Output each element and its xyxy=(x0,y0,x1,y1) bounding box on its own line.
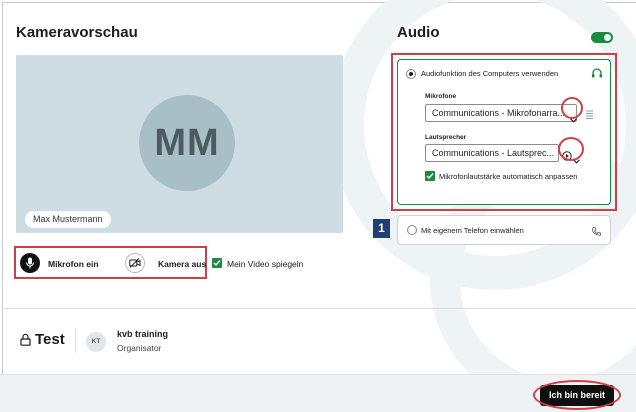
mic-toggle-label[interactable]: Mikrofon ein xyxy=(48,259,99,269)
meeting-title: Test xyxy=(35,331,65,348)
mirror-video-checkbox[interactable] xyxy=(212,258,222,268)
computer-audio-panel: Audiofunktion des Computers verwenden Mi… xyxy=(397,59,611,205)
camera-off-icon[interactable] xyxy=(125,253,145,273)
phone-dialin-radio[interactable] xyxy=(407,225,417,235)
auto-volume-label: Mikrofonlautstärke automatisch anpassen xyxy=(439,172,578,181)
microphone-icon[interactable] xyxy=(20,253,40,273)
ready-button-highlight xyxy=(533,380,621,410)
host-avatar: KT xyxy=(86,332,106,352)
speaker-select[interactable]: Communications - Lautsprec... xyxy=(425,144,559,162)
mic-level-icon xyxy=(586,107,593,125)
meeting-info-divider xyxy=(75,328,76,353)
auto-volume-checkbox[interactable] xyxy=(425,171,435,181)
audio-title: Audio xyxy=(397,24,440,41)
microphone-select[interactable]: Communications - Mikrofonarra... xyxy=(425,104,577,122)
step-badge: 1 xyxy=(373,219,390,238)
section-divider xyxy=(3,308,636,309)
meeting-join-dialog: Kameravorschau MM Max Mustermann Mikrofo… xyxy=(0,0,636,412)
camera-preview-title: Kameravorschau xyxy=(16,24,138,41)
phone-dialin-option[interactable]: Mit eigenem Telefon einwählen xyxy=(397,215,611,245)
mirror-video-label: Mein Video spiegeln xyxy=(227,259,304,269)
mic-dropdown-highlight xyxy=(561,97,583,119)
host-name: kvb training xyxy=(117,329,169,339)
audio-toggle[interactable] xyxy=(591,32,613,43)
avatar: MM xyxy=(139,95,235,191)
phone-dialin-label: Mit eigenem Telefon einwählen xyxy=(421,226,524,235)
toggle-knob xyxy=(604,34,611,41)
speaker-section-label: Lautsprecher xyxy=(425,134,467,141)
phone-icon xyxy=(591,224,602,242)
computer-audio-radio[interactable] xyxy=(406,69,416,79)
headset-icon xyxy=(591,66,603,84)
lock-icon xyxy=(20,333,31,351)
computer-audio-label: Audiofunktion des Computers verwenden xyxy=(421,69,559,78)
host-role: Organisator xyxy=(117,343,162,353)
speaker-dropdown-highlight xyxy=(558,137,584,161)
camera-toggle-label[interactable]: Kamera aus xyxy=(158,259,206,269)
participant-name-tag: Max Mustermann xyxy=(25,211,111,228)
video-preview: MM Max Mustermann xyxy=(16,55,343,233)
microphone-section-label: Mikrofone xyxy=(425,93,457,100)
